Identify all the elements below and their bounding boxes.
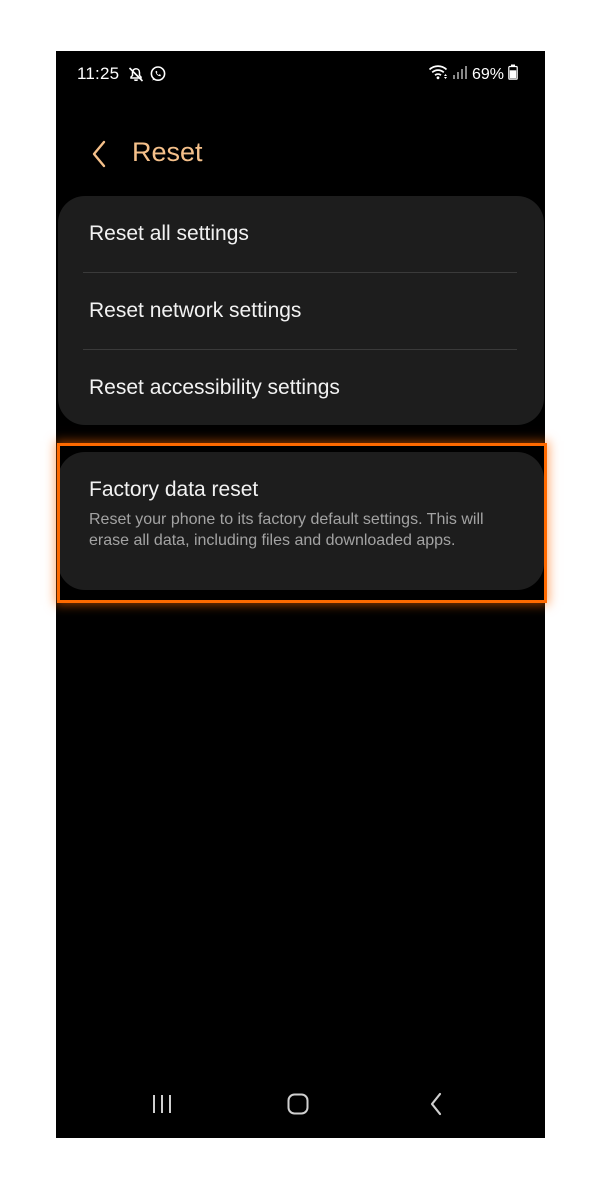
status-left-icons — [127, 65, 167, 88]
home-button[interactable] — [278, 1091, 318, 1121]
factory-data-reset-description: Reset your phone to its factory default … — [89, 511, 484, 549]
page-header: Reset — [56, 131, 545, 181]
recent-apps-button[interactable] — [142, 1091, 182, 1121]
home-icon — [286, 1092, 310, 1121]
recent-apps-icon — [150, 1093, 174, 1120]
reset-accessibility-settings-item[interactable]: Reset accessibility settings — [58, 350, 544, 426]
status-bar: 11:25 69% — [56, 51, 545, 97]
nav-back-button[interactable] — [416, 1091, 456, 1121]
wifi-icon — [428, 64, 448, 85]
chevron-left-icon — [91, 140, 107, 173]
reset-options-card: Reset all settings Reset network setting… — [58, 196, 544, 425]
reset-all-settings-item[interactable]: Reset all settings — [58, 196, 544, 272]
factory-data-reset-title: Factory data reset — [89, 478, 259, 501]
back-icon — [428, 1091, 444, 1122]
navigation-bar — [56, 1081, 545, 1131]
mute-notifications-icon — [127, 65, 145, 88]
reset-accessibility-settings-label: Reset accessibility settings — [89, 376, 340, 399]
status-time: 11:25 — [77, 64, 120, 83]
whatsapp-icon — [149, 65, 167, 88]
page-title: Reset — [132, 137, 203, 167]
reset-all-settings-label: Reset all settings — [89, 222, 249, 245]
phone-screen: 11:25 69% Reset Reset all settings Reset… — [56, 51, 545, 1138]
reset-network-settings-label: Reset network settings — [89, 299, 302, 322]
battery-percent: 69% — [471, 65, 504, 83]
reset-network-settings-item[interactable]: Reset network settings — [58, 273, 544, 349]
signal-icon — [452, 64, 468, 85]
factory-data-reset-item[interactable]: Factory data reset Reset your phone to i… — [58, 452, 544, 590]
status-right-group: 69% — [428, 64, 518, 85]
battery-icon — [508, 64, 518, 85]
back-button[interactable] — [84, 136, 114, 176]
